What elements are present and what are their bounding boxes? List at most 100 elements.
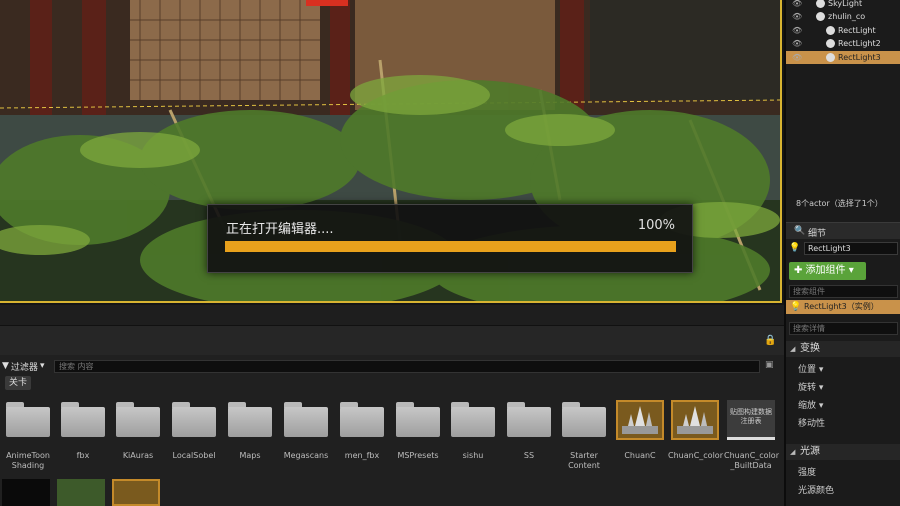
- loading-message: 正在打开编辑器....: [226, 222, 334, 237]
- save-search-icon[interactable]: ▣: [765, 360, 777, 373]
- asset-thumbnail: [671, 400, 719, 440]
- asset-label: KiAuras: [122, 451, 154, 460]
- folder-item[interactable]: Starter Content: [557, 400, 611, 471]
- light-actor-icon: [816, 12, 825, 21]
- asset-label: ChuanC: [624, 451, 656, 460]
- asset-label: LocalSobel: [172, 451, 216, 460]
- loading-dialog: 正在打开编辑器.... 100%: [207, 204, 693, 273]
- details-property[interactable]: 移动性: [798, 416, 825, 429]
- component-row[interactable]: 💡 RectLight3（实例）: [786, 300, 900, 314]
- eye-icon[interactable]: 👁: [792, 51, 802, 64]
- light-component-icon: 💡: [790, 302, 802, 312]
- details-property[interactable]: 缩放 ▾: [798, 398, 823, 411]
- asset-item[interactable]: 贴图构建数据注册表 ChuanC_color _BuiltData: [724, 400, 779, 471]
- asset-label: fbx: [76, 451, 90, 460]
- content-search-input[interactable]: 搜索 内容: [54, 360, 760, 373]
- collapse-arrow-icon: ◢: [790, 448, 796, 456]
- level-viewport[interactable]: 正在打开编辑器.... 100%: [0, 0, 782, 303]
- asset-label: MSPresets: [397, 451, 439, 460]
- details-property[interactable]: 位置 ▾: [798, 362, 823, 375]
- filter-label: 过滤器: [10, 362, 38, 373]
- section-title: 变换: [800, 343, 820, 354]
- folder-icon: [4, 400, 52, 440]
- actor-count: 8个actor（选择了1个）: [796, 199, 883, 208]
- outliner-item-label: RectLight: [838, 26, 876, 35]
- folder-icon: [282, 400, 330, 440]
- folder-icon: [226, 400, 274, 440]
- eye-icon[interactable]: 👁: [792, 37, 802, 50]
- folder-icon: [114, 400, 162, 440]
- folder-item[interactable]: SS: [502, 400, 556, 461]
- outliner-item[interactable]: 👁 RectLight2: [786, 37, 900, 50]
- section-title: 光源: [800, 446, 820, 457]
- asset-label: AnimeToon Shading: [6, 451, 50, 470]
- asset-label: ChuanC_color _BuiltData: [724, 451, 779, 470]
- asset-label: sishu: [462, 451, 484, 460]
- asset-item[interactable]: ChuanC_color: [668, 400, 723, 461]
- search-icon: 🔍: [794, 226, 806, 236]
- folder-item[interactable]: Maps: [223, 400, 277, 461]
- folder-icon: [59, 400, 107, 440]
- folder-item[interactable]: sishu: [446, 400, 500, 461]
- asset-label: SS: [523, 451, 535, 460]
- outliner-item[interactable]: 👁 SkyLight: [786, 0, 900, 10]
- chevron-down-icon: ▾: [39, 361, 45, 371]
- asset-label: men_fbx: [344, 451, 380, 460]
- asset-label: Starter Content: [568, 451, 600, 470]
- details-tab[interactable]: 🔍 细节: [786, 222, 900, 239]
- folder-item[interactable]: LocalSobel: [167, 400, 221, 461]
- details-section-header[interactable]: ◢ 光源: [786, 444, 900, 460]
- loading-progress-fill: [225, 241, 676, 252]
- asset-thumbnail[interactable]: [57, 479, 105, 506]
- outliner-item-label: RectLight2: [838, 39, 881, 48]
- folder-item[interactable]: AnimeToon Shading: [1, 400, 55, 471]
- outliner-item[interactable]: 👁 RectLight: [786, 24, 900, 37]
- viewport-status-bar: [0, 305, 784, 325]
- eye-icon[interactable]: 👁: [792, 0, 802, 10]
- right-panel: 👁 SkyLight 👁 zhulin_co 👁 RectLight 👁 RectLight2…: [786, 0, 900, 506]
- asset-label: Maps: [239, 451, 261, 460]
- eye-icon[interactable]: 👁: [792, 24, 802, 37]
- asset-thumbnail: [616, 400, 664, 440]
- outliner-item[interactable]: 👁 zhulin_co: [786, 10, 900, 23]
- folder-item[interactable]: KiAuras: [111, 400, 165, 461]
- outliner-item-label: zhulin_co: [828, 12, 866, 21]
- outliner-item-label: SkyLight: [828, 0, 863, 8]
- asset-thumbnail: 贴图构建数据注册表: [727, 400, 775, 440]
- asset-thumbnail[interactable]: [2, 479, 50, 506]
- details-search-input[interactable]: 搜索详情: [789, 322, 898, 335]
- asset-item[interactable]: ChuanC: [613, 400, 667, 461]
- outliner-item[interactable]: 👁 RectLight3: [786, 51, 900, 64]
- light-actor-icon: [826, 39, 835, 48]
- folder-icon: [394, 400, 442, 440]
- filter-icon: ▼: [2, 361, 9, 371]
- collapse-arrow-icon: ◢: [790, 345, 796, 353]
- details-property[interactable]: 旋转 ▾: [798, 380, 823, 393]
- folder-icon: [338, 400, 386, 440]
- asset-thumbnail[interactable]: [112, 479, 160, 506]
- add-component-button[interactable]: ✚ 添加组件 ▾: [789, 262, 866, 280]
- light-actor-icon: [826, 26, 835, 35]
- folder-icon: [170, 400, 218, 440]
- details-tab-label: 细节: [808, 229, 827, 239]
- lock-icon[interactable]: 🔒: [764, 335, 776, 347]
- folder-item[interactable]: MSPresets: [391, 400, 445, 461]
- outliner-item-label: RectLight3: [838, 53, 881, 62]
- eye-icon[interactable]: 👁: [792, 10, 802, 23]
- folder-item[interactable]: men_fbx: [335, 400, 389, 461]
- filter-tag-level[interactable]: 关卡: [5, 376, 32, 390]
- asset-label: Megascans: [283, 451, 329, 460]
- component-search-input[interactable]: 搜索组件: [789, 285, 898, 298]
- folder-icon: [560, 400, 608, 440]
- content-browser: ▼ 过滤器 ▾ 搜索 内容 ▣ 关卡 AnimeToon Shading fbx K…: [0, 355, 784, 506]
- folder-item[interactable]: fbx: [56, 400, 110, 461]
- filter-button[interactable]: ▼ 过滤器 ▾: [2, 359, 44, 373]
- light-actor-icon: [826, 53, 835, 62]
- loading-percent: 100%: [637, 218, 675, 233]
- details-property[interactable]: 光源颜色: [798, 483, 834, 496]
- details-property[interactable]: 强度: [798, 465, 816, 478]
- folder-icon: [449, 400, 497, 440]
- folder-item[interactable]: Megascans: [279, 400, 333, 461]
- details-section-header[interactable]: ◢ 变换: [786, 341, 900, 357]
- actor-name-field[interactable]: RectLight3: [804, 242, 898, 255]
